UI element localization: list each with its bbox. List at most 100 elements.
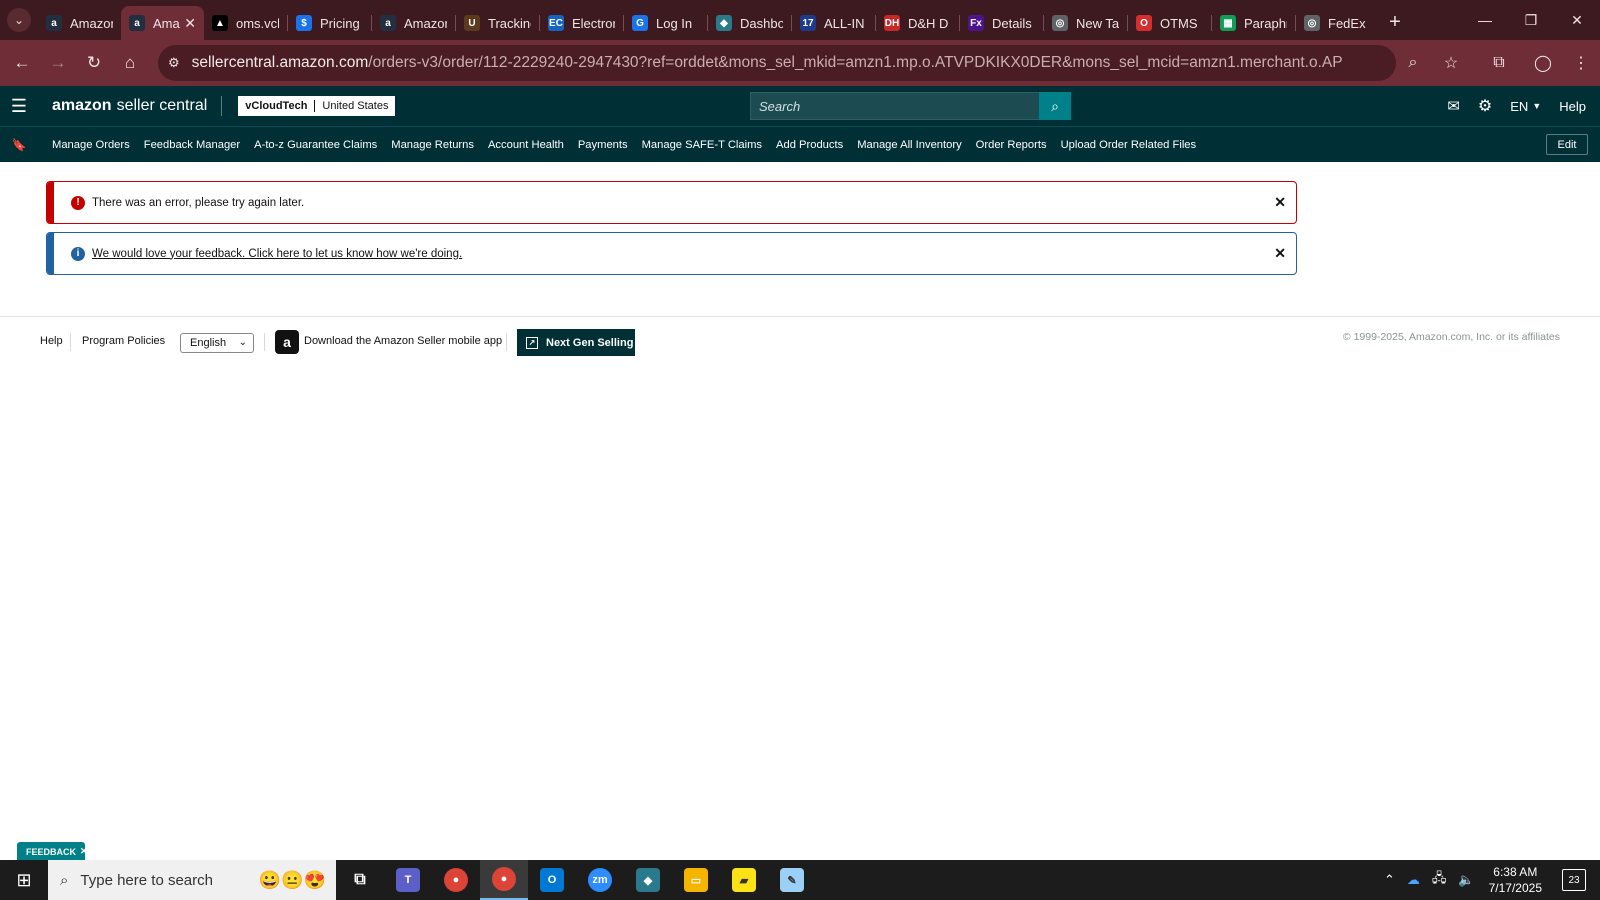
task-view-icon[interactable]: ⧉ — [336, 860, 384, 900]
browser-tab[interactable]: EC Electronics — [540, 7, 623, 39]
taskbar-search-input[interactable]: ⌕ Type here to search 😀😐😍 — [48, 860, 336, 900]
feedback-link[interactable]: We would love your feedback. Click here … — [92, 248, 462, 260]
browser-tab[interactable]: O OTMS — [1128, 7, 1211, 39]
amazon-icon: a — [46, 15, 62, 31]
feedback-tab[interactable]: FEEDBACK ✕ — [17, 842, 88, 861]
chevron-up-icon[interactable]: ⌃ — [1384, 872, 1395, 888]
browser-tab[interactable]: ▦ Paraphrase — [1212, 7, 1295, 39]
browser-tab[interactable]: 17 ALL-IN — [792, 7, 875, 39]
diamond-app-icon[interactable]: ◆ — [624, 860, 672, 900]
file-explorer-icon[interactable]: ▭ — [672, 860, 720, 900]
footer-language-select[interactable]: English ⌄ — [180, 333, 254, 353]
logo-seller-text: seller central — [116, 97, 208, 114]
profile-icon[interactable]: ◯ — [1524, 45, 1562, 81]
bookmark-link[interactable]: A-to-z Guarantee Claims — [254, 139, 377, 151]
search-button[interactable]: ⌕ — [1039, 92, 1071, 120]
chrome-icon[interactable]: ● — [432, 860, 480, 900]
bookmark-link[interactable]: Manage SAFE-T Claims — [642, 139, 762, 151]
system-clock[interactable]: 6:38 AM 7/17/2025 — [1489, 864, 1542, 896]
amazon-app-icon[interactable]: a — [275, 330, 299, 354]
browser-tab[interactable]: $ Pricing — [288, 7, 371, 39]
browser-tab[interactable]: a Amazon — [38, 7, 121, 39]
footer-help-link[interactable]: Help — [40, 335, 63, 347]
logo-amazon-text: amazon — [52, 97, 112, 114]
caret-down-icon: ▼ — [1532, 101, 1542, 111]
browser-tab[interactable]: G Log In — [624, 7, 707, 39]
tab-search-button[interactable]: ⌄ — [0, 0, 38, 40]
forward-icon[interactable]: → — [40, 45, 76, 81]
bookmark-link[interactable]: Manage Returns — [391, 139, 474, 151]
address-bar[interactable]: ⚙ sellercentral.amazon.com/orders-v3/ord… — [158, 45, 1396, 81]
notification-center-icon[interactable]: 23 — [1562, 869, 1586, 891]
account-name: vCloudTech — [245, 100, 308, 112]
back-icon[interactable]: ← — [4, 45, 40, 81]
info-alert: i We would love your feedback. Click her… — [46, 232, 1297, 275]
browser-tab[interactable]: ◆ Dashboard — [708, 7, 791, 39]
volume-icon[interactable]: 🔈 — [1458, 872, 1474, 888]
close-icon[interactable]: ✕ — [1274, 194, 1286, 211]
reload-icon[interactable]: ↻ — [76, 45, 112, 81]
windows-start-icon[interactable]: ⊞ — [0, 860, 48, 900]
onedrive-icon[interactable]: ☁ — [1407, 872, 1420, 888]
tab-list: aAmazonaAmazon✕▲oms.vcloudtech$PricingaA… — [38, 0, 1379, 40]
browser-tab[interactable]: U Tracking — [456, 7, 539, 39]
minimize-icon[interactable]: — — [1462, 0, 1508, 40]
close-tab-icon[interactable]: ✕ — [184, 15, 196, 32]
footer-divider — [70, 333, 71, 351]
seller-search-input[interactable]: Search — [750, 92, 1040, 120]
triangle-icon: ▲ — [212, 15, 228, 31]
bookmark-link[interactable]: Feedback Manager — [144, 139, 240, 151]
settings-gear-icon[interactable]: ⚙ — [1478, 96, 1492, 116]
program-policies-link[interactable]: Program Policies — [82, 335, 165, 347]
zoom-icon[interactable]: ⌕ — [1394, 45, 1432, 81]
account-switcher[interactable]: vCloudTech United States — [238, 96, 396, 116]
seller-central-logo[interactable]: amazon seller central — [52, 97, 207, 115]
bookmark-link[interactable]: Manage All Inventory — [857, 139, 961, 151]
selected-language: English — [190, 337, 227, 349]
teams-icon[interactable]: T — [384, 860, 432, 900]
mail-icon[interactable]: ✉ — [1447, 97, 1460, 115]
browser-tab[interactable]: ▲ oms.vcloudtech — [204, 7, 287, 39]
new-tab-button[interactable]: + — [1379, 11, 1411, 34]
browser-tab[interactable]: DH D&H D — [876, 7, 959, 39]
browser-tab[interactable]: ◎ New Tab — [1044, 7, 1127, 39]
hamburger-menu-icon[interactable]: ☰ — [0, 86, 38, 126]
zoom-icon[interactable]: zm — [576, 860, 624, 900]
browser-tab[interactable]: a Amazon✕ — [121, 6, 204, 40]
clock-date: 7/17/2025 — [1488, 881, 1542, 895]
bookmark-link[interactable]: Manage Orders — [52, 139, 130, 151]
next-gen-label: Next Gen Selling — [546, 336, 634, 349]
bookmark-link[interactable]: Account Health — [488, 139, 564, 151]
home-icon[interactable]: ⌂ — [112, 45, 148, 81]
next-gen-selling-button[interactable]: ↗ Next Gen Selling — [517, 329, 635, 356]
restore-icon[interactable]: ❐ — [1508, 0, 1554, 40]
site-info-icon[interactable]: ⚙ — [168, 55, 180, 71]
tab-title: Pricing — [320, 15, 360, 31]
notepad-icon[interactable]: ✎ — [768, 860, 816, 900]
extensions-icon[interactable]: ⧉ — [1480, 45, 1518, 81]
download-app-link[interactable]: Download the Amazon Seller mobile app — [304, 335, 502, 347]
close-icon[interactable]: ✕ — [80, 846, 88, 857]
browser-tab[interactable]: ◎ FedEx — [1296, 7, 1379, 39]
network-icon[interactable]: 🖧 — [1432, 869, 1447, 891]
browser-tab[interactable]: Fx Details — [960, 7, 1043, 39]
browser-tab[interactable]: a Amazon — [372, 7, 455, 39]
browser-tab-strip: ⌄ aAmazonaAmazon✕▲oms.vcloudtech$Pricing… — [0, 0, 1600, 40]
bookmark-link[interactable]: Order Reports — [976, 139, 1047, 151]
outlook-icon[interactable]: O — [528, 860, 576, 900]
bookmark-link[interactable]: Add Products — [776, 139, 843, 151]
bookmark-link[interactable]: Payments — [578, 139, 628, 151]
edit-bookmarks-button[interactable]: Edit — [1546, 134, 1588, 155]
tab-title: Paraphrase — [1244, 15, 1287, 31]
chrome-profile-icon[interactable]: ● — [480, 860, 528, 900]
browser-menu-icon[interactable]: ⋮ — [1562, 45, 1600, 81]
sheets-icon: ▦ — [1220, 15, 1236, 31]
header-help-link[interactable]: Help — [1559, 99, 1586, 114]
bookmark-link[interactable]: Upload Order Related Files — [1061, 139, 1197, 151]
close-icon[interactable]: ✕ — [1274, 245, 1286, 262]
bookmark-links: Manage Orders Feedback Manager A-to-z Guar… — [38, 139, 1196, 151]
sticky-notes-icon[interactable]: ▰ — [720, 860, 768, 900]
language-selector[interactable]: EN ▼ — [1510, 99, 1541, 114]
close-window-icon[interactable]: ✕ — [1554, 0, 1600, 40]
bookmark-star-icon[interactable]: ☆ — [1432, 45, 1470, 81]
